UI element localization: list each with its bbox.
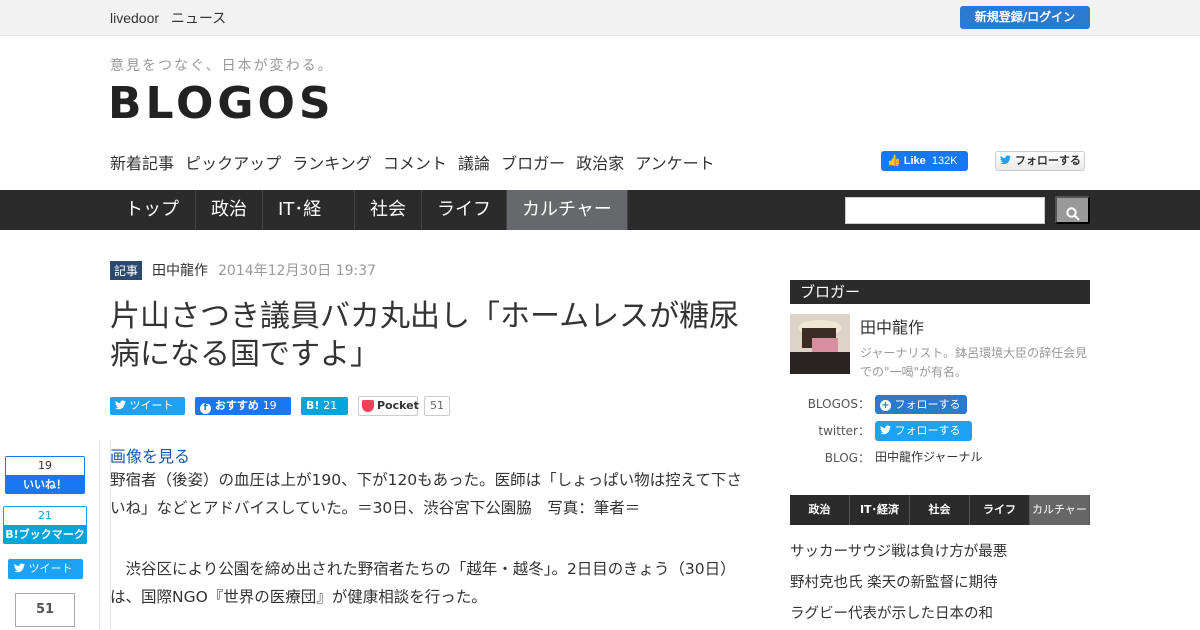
thumbs-up-icon: 👍 [887,155,901,167]
twitter-follow-label: フォローする [894,424,961,437]
avatar[interactable] [790,314,850,374]
view-image-link[interactable]: 画像を見る [110,443,190,467]
blog-link[interactable]: 田中龍作ジャーナル [875,448,982,465]
blog-label: BLOG： [824,451,870,465]
sidebar-heading: ブロガー [790,280,1090,304]
subnav-comment[interactable]: コメント [383,154,447,173]
search-input[interactable] [845,197,1045,224]
pocket-count: 51 [424,396,450,416]
subnav-debate[interactable]: 議論 [458,154,490,173]
top-bar: livedoor ニュース 新規登録/ログイン [0,0,1200,36]
tw-follow-label: フォローする [1014,154,1081,167]
twitter-bird-icon [14,563,25,573]
share-tweet-label: ツイート [129,399,174,412]
float-pocket-count[interactable]: 51 [15,593,75,627]
blogos-follow-button[interactable]: + フォローする [875,395,967,414]
float-fb-count: 19 [6,457,84,475]
tab-culture[interactable]: カルチャー [507,190,628,230]
twitter-bird-icon [880,425,891,435]
sidebar-category-tabs: 政治 IT･経済 社会 ライフ カルチャー [790,495,1090,525]
article-date: 2014年12月30日 19:37 [218,263,377,279]
article-badge: 記事 [110,260,143,280]
subnav-pickup[interactable]: ピックアップ [185,154,281,173]
twitter-follow-button[interactable]: フォローする [995,151,1085,171]
share-pocket-label: Pocket [377,399,419,412]
article-paragraph: 渋谷区により公園を締め出された野宿者たちの「越年・越冬」。2日目のきょう（30日… [110,560,736,606]
article-author[interactable]: 田中龍作 [152,260,208,280]
sidebar-tab-politics[interactable]: 政治 [790,495,850,525]
tab-life[interactable]: ライフ [422,190,507,230]
float-hatena-label: B!ブックマーク [4,525,86,544]
livedoor-news-brand[interactable]: livedoor ニュース [110,8,234,28]
facebook-like-button[interactable]: 👍 Like 132K [881,151,968,171]
subnav-blogger[interactable]: ブロガー [501,154,565,173]
tab-top[interactable]: トップ [110,190,196,230]
twitter-bird-icon [115,400,126,410]
brand-livedoor: livedoor [110,10,160,26]
tab-it-economy[interactable]: IT･経済 [263,190,355,260]
ranking-item[interactable]: 野村克也氏 楽天の新監督に期待 [790,571,998,592]
float-fb-label: いいね！ [6,475,84,494]
search-icon [1065,206,1080,221]
subnav-ranking[interactable]: ランキング [292,154,372,173]
fb-like-label: Like [903,155,926,167]
subnav-survey[interactable]: アンケート [635,154,714,173]
float-hatena-count: 21 [4,507,86,525]
ranking-item[interactable]: ラグビー代表が示した日本の和 [790,602,993,623]
share-fb-count: 19 [262,399,277,412]
ranking-item[interactable]: サッカーサウジ戦は負け方が最悪 [790,540,1007,561]
share-fb-label: おすすめ [214,399,259,412]
sidebar-twitter-follow-button[interactable]: フォローする [875,421,972,441]
float-facebook-like[interactable]: 19 いいね！ [5,456,85,494]
blogos-logo[interactable]: BLOGOS [108,78,335,129]
sidebar-tab-life[interactable]: ライフ [970,495,1030,525]
twitter-bird-icon [1000,152,1011,170]
float-tweet-button[interactable]: ツイート [8,559,83,579]
share-tweet-button[interactable]: ツイート [110,397,185,415]
tagline: 意見をつなぐ、日本が変わる。 [110,58,334,74]
sidebar-tab-it-economy[interactable]: IT･経済 [850,495,910,525]
tab-society[interactable]: 社会 [355,190,422,230]
blogos-follow-label: フォローする [894,398,961,411]
article-meta: 記事 田中龍作 2014年12月30日 19:37 [110,260,376,280]
subnav-new-articles[interactable]: 新着記事 [110,154,174,173]
sidebar-tab-society[interactable]: 社会 [910,495,970,525]
brand-news: ニュース [170,10,227,26]
sidebar-tab-culture[interactable]: カルチャー [1030,495,1090,525]
subnav-politician[interactable]: 政治家 [576,154,624,173]
sub-navigation: 新着記事 ピックアップ ランキング コメント 議論 ブロガー 政治家 アンケート [110,150,715,174]
twitter-label: twitter： [818,424,870,438]
blogos-label: BLOGOS： [807,397,870,411]
share-facebook-button[interactable]: f おすすめ 19 [195,397,291,415]
float-hatena-bookmark[interactable]: 21 B!ブックマーク [3,506,87,544]
search-button[interactable] [1055,196,1090,224]
blogger-description: ジャーナリスト。鉢呂環境大臣の辞任会見での"一喝"が有名。 [860,346,1088,379]
blogger-name[interactable]: 田中龍作 [860,314,924,338]
plus-icon: + [880,400,891,411]
share-pocket-button[interactable]: Pocket [358,396,419,416]
signup-login-button[interactable]: 新規登録/ログイン [960,6,1090,29]
share-hatena-label: B! [306,399,320,412]
tab-politics[interactable]: 政治 [196,190,263,230]
facebook-icon: f [200,403,211,414]
fb-like-count: 132K [931,155,958,167]
share-hatena-button[interactable]: B! 21 [301,397,348,415]
article-title: 片山さつき議員バカ丸出し「ホームレスが糖尿病になる国ですよ」 [110,299,740,372]
share-hatena-count: 21 [323,399,338,412]
pocket-icon [362,400,374,412]
float-tweet-label: ツイート [28,562,73,575]
photo-caption: 野宿者（後姿）の血圧は上が190、下が120もあった。医師は「しょっぱい物は控え… [110,471,742,517]
